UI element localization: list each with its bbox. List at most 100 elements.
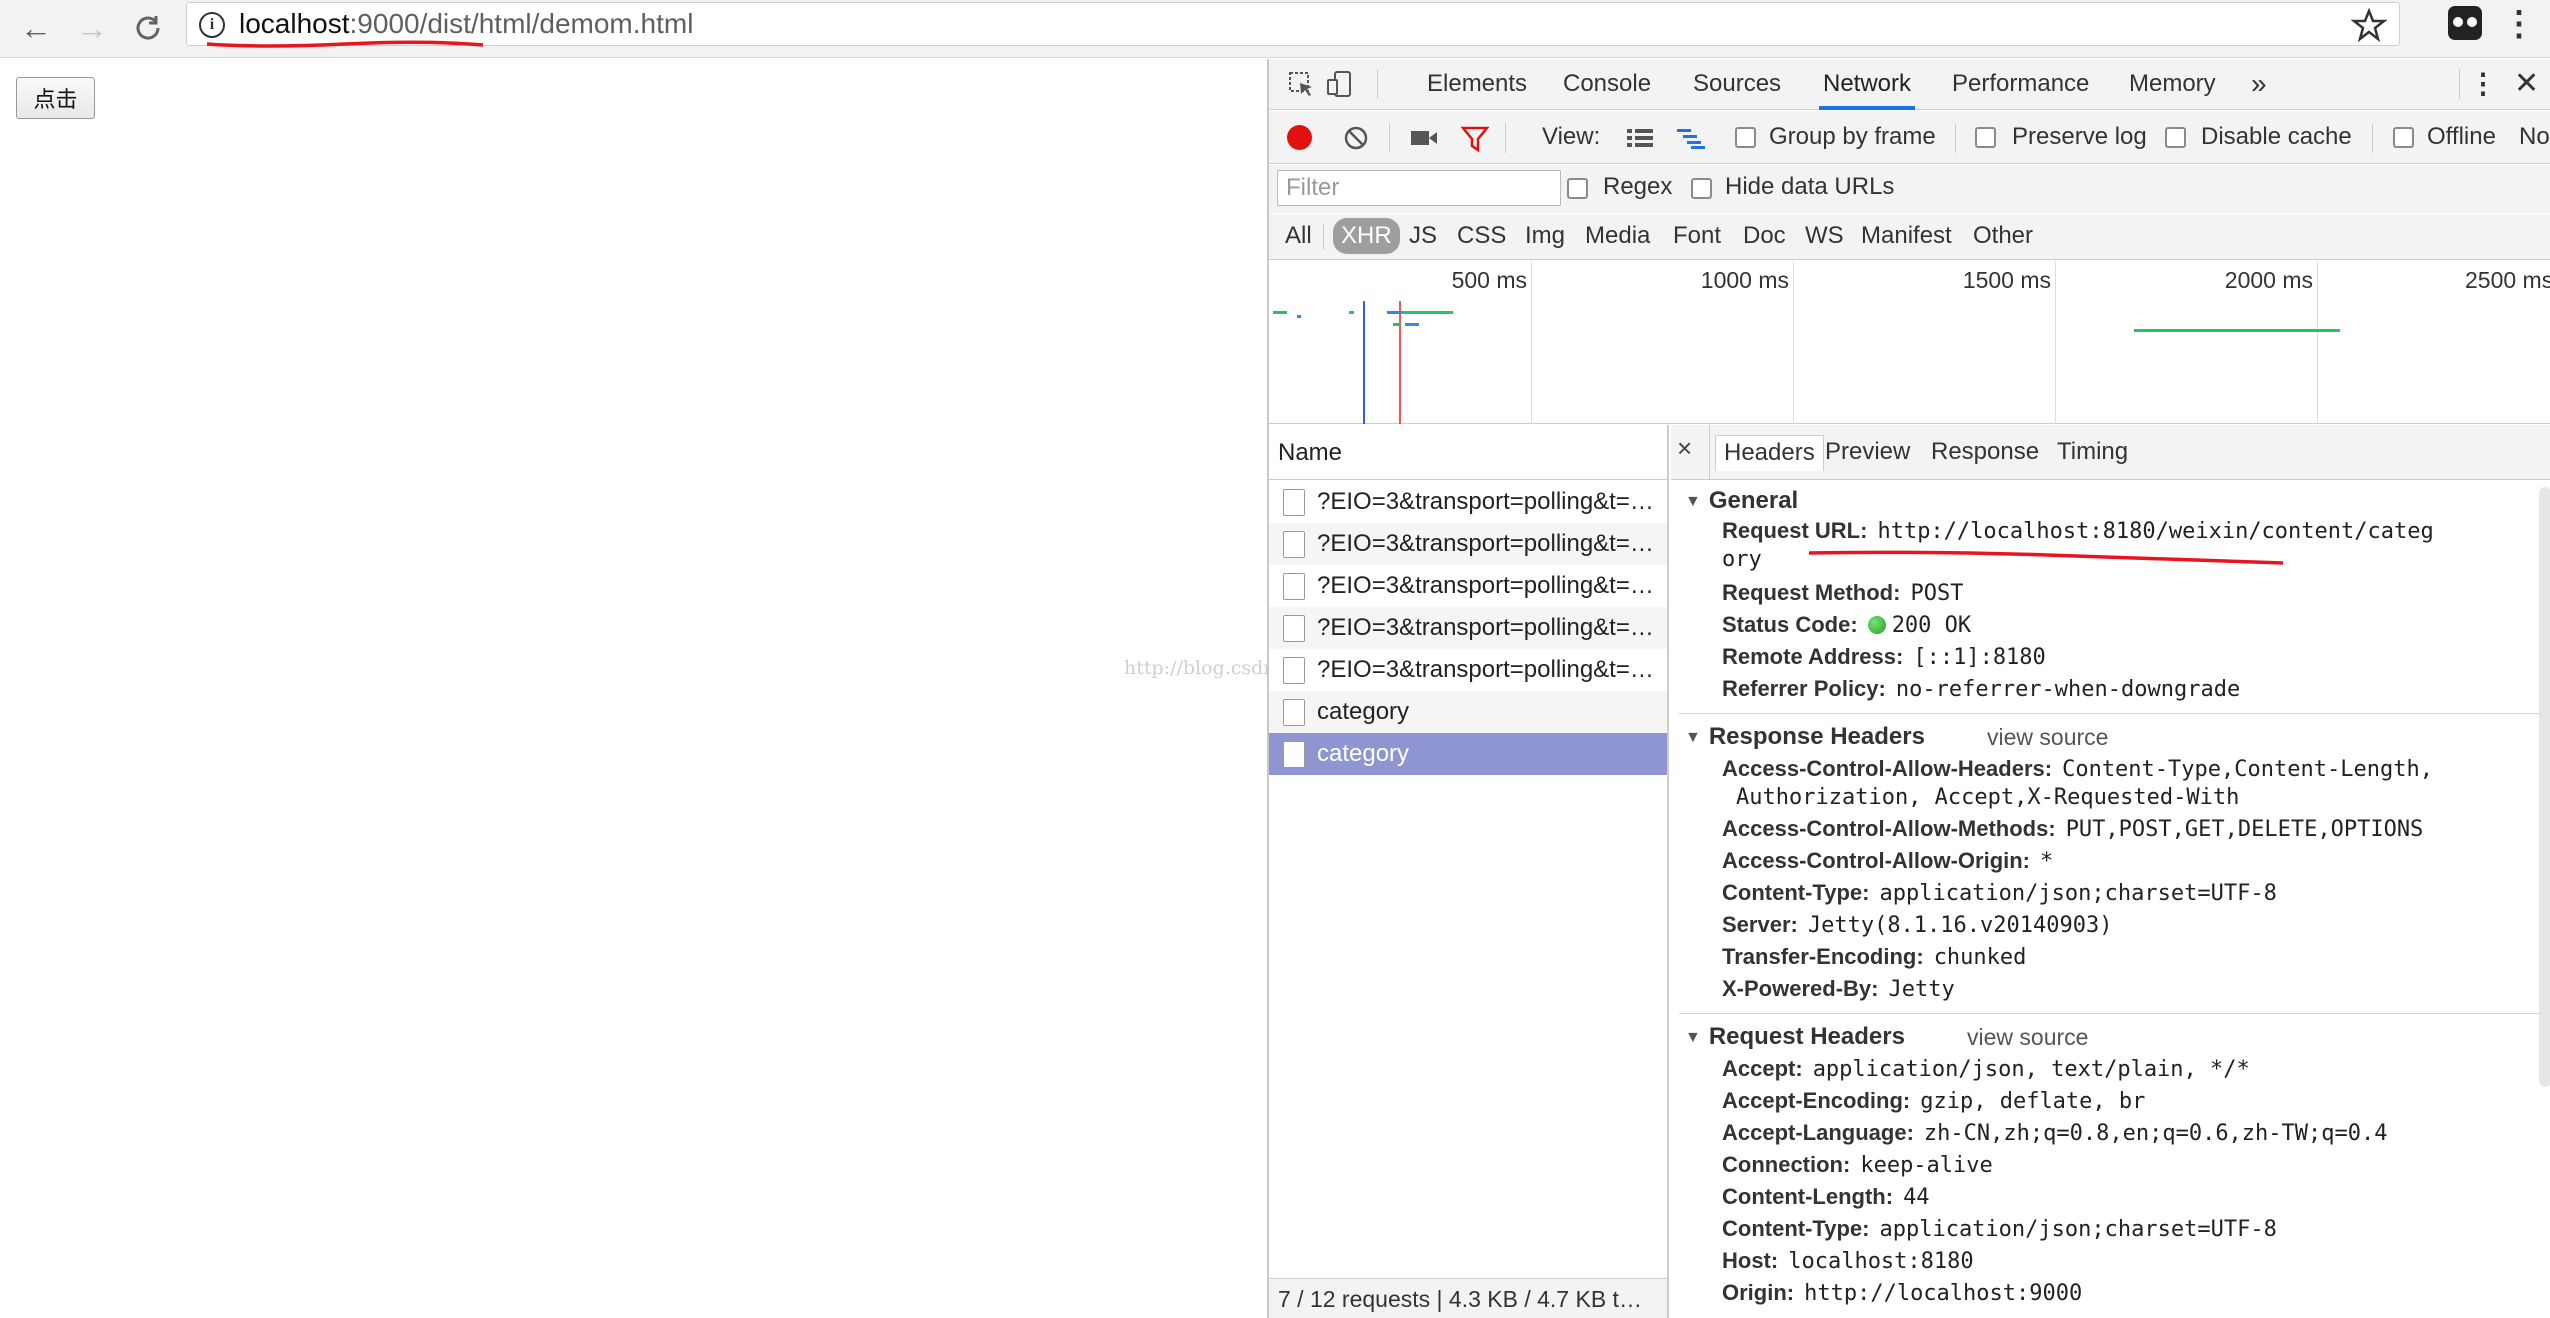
tab-network[interactable]: Network (1819, 59, 1916, 110)
request-list: Name ?EIO=3&transport=polling&t=… ?EIO=3… (1269, 425, 1669, 1318)
record-icon[interactable] (1287, 125, 1312, 150)
type-other[interactable]: Other (1969, 218, 2037, 254)
document-icon (1283, 657, 1305, 684)
timeline-bar (2134, 329, 2340, 332)
header-row: Accept-Language: zh-CN,zh;q=0.8,en;q=0.6,… (1722, 1120, 2388, 1146)
tick-1500ms: 1500 ms (1962, 267, 2051, 293)
filter-bar: Filter Regex Hide data URLs (1269, 165, 2550, 213)
document-icon (1283, 531, 1305, 558)
request-row[interactable]: ?EIO=3&transport=polling&t=… (1269, 649, 1667, 691)
type-xhr[interactable]: XHR (1333, 218, 1400, 254)
clear-icon[interactable] (1343, 125, 1369, 151)
group-by-frame-checkbox[interactable] (1735, 127, 1756, 148)
type-img[interactable]: Img (1521, 218, 1569, 254)
filter-input[interactable]: Filter (1277, 170, 1561, 206)
inspect-element-icon[interactable] (1287, 70, 1315, 98)
request-headers-toggle[interactable]: ▼ Request Headers (1685, 1023, 1905, 1051)
header-row: Origin: http://localhost:9000 (1722, 1280, 2083, 1306)
type-font[interactable]: Font (1669, 218, 1725, 254)
tick-500ms: 500 ms (1451, 267, 1527, 293)
extension-icon[interactable] (2448, 6, 2482, 40)
devtools-tabbar: Elements Console Sources Network Perform… (1269, 59, 2550, 110)
forward-arrow-icon[interactable]: → (70, 6, 114, 50)
header-row: Access-Control-Allow-Origin: * (1722, 848, 2054, 874)
tab-headers[interactable]: Headers (1715, 435, 1824, 471)
type-ws[interactable]: WS (1801, 218, 1848, 254)
response-headers-toggle[interactable]: ▼ Response Headers (1685, 723, 1925, 751)
reload-icon[interactable] (126, 6, 170, 50)
tab-timing[interactable]: Timing (2049, 435, 2136, 471)
request-row[interactable]: ?EIO=3&transport=polling&t=… (1269, 481, 1667, 523)
type-manifest[interactable]: Manifest (1857, 218, 1956, 254)
offline-checkbox[interactable] (2393, 127, 2414, 148)
tab-sources[interactable]: Sources (1693, 59, 1781, 110)
waterfall-icon[interactable] (1675, 126, 1707, 150)
request-row[interactable]: ?EIO=3&transport=polling&t=… (1269, 565, 1667, 607)
referrer-policy-row: Referrer Policy: no-referrer-when-downgra… (1722, 676, 2241, 702)
capture-screenshots-icon[interactable] (1409, 126, 1439, 150)
device-toolbar-icon[interactable] (1325, 70, 1353, 98)
type-css[interactable]: CSS (1453, 218, 1510, 254)
request-url-row: Request URL: http://localhost:8180/weixin… (1722, 518, 2434, 544)
hide-data-urls-checkbox[interactable] (1691, 178, 1712, 199)
document-icon (1283, 699, 1305, 726)
filter-icon[interactable] (1461, 125, 1489, 153)
back-arrow-icon[interactable]: ← (14, 6, 58, 50)
regex-checkbox[interactable] (1567, 178, 1588, 199)
response-view-source-link[interactable]: view source (1987, 724, 2108, 751)
request-row[interactable]: ?EIO=3&transport=polling&t=… (1269, 523, 1667, 565)
request-row[interactable]: ?EIO=3&transport=polling&t=… (1269, 607, 1667, 649)
disable-cache-checkbox[interactable] (2165, 127, 2186, 148)
type-doc[interactable]: Doc (1739, 218, 1790, 254)
remote-address-row: Remote Address: [::1]:8180 (1722, 644, 2046, 670)
request-method-row: Request Method: POST (1722, 580, 1964, 606)
timeline-bar (1405, 323, 1419, 326)
devtools-menu-icon[interactable]: ⋮ (2469, 59, 2497, 110)
type-media[interactable]: Media (1581, 218, 1654, 254)
click-button[interactable]: 点击 (16, 77, 95, 119)
tab-elements[interactable]: Elements (1427, 59, 1527, 110)
close-devtools-icon[interactable]: ✕ (2514, 59, 2539, 110)
browser-menu-icon[interactable]: ⋮ (2502, 4, 2536, 44)
timeline-bar (1401, 311, 1453, 314)
large-rows-icon[interactable] (1625, 126, 1655, 150)
timeline-overview[interactable]: 500 ms 1000 ms 1500 ms 2000 ms 2500 ms (1269, 261, 2550, 424)
request-row-selected[interactable]: category (1269, 733, 1667, 775)
document-icon (1283, 573, 1305, 600)
tab-memory[interactable]: Memory (2129, 59, 2216, 110)
browser-toolbar: ← → i localhost:9000/dist/html/demom.htm… (0, 0, 2550, 58)
dom-content-loaded-marker (1363, 301, 1365, 424)
name-column-header[interactable]: Name (1269, 425, 1667, 480)
close-details-icon[interactable]: × (1677, 433, 1692, 464)
details-scrollbar[interactable] (2539, 487, 2550, 1087)
bookmark-star-icon[interactable] (2351, 3, 2387, 47)
address-bar[interactable]: i localhost:9000/dist/html/demom.html (186, 2, 2400, 46)
more-tabs-icon[interactable]: » (2251, 59, 2267, 110)
devtools-panel: Elements Console Sources Network Perform… (1267, 59, 2550, 1318)
type-all[interactable]: All (1281, 218, 1316, 254)
tick-2500ms: 2500 ms (2465, 267, 2550, 293)
details-tabbar: × Headers Preview Response Timing (1671, 425, 2550, 480)
tab-performance[interactable]: Performance (1952, 59, 2089, 110)
general-section-toggle[interactable]: ▼ General (1685, 487, 1798, 515)
request-row[interactable]: category (1269, 691, 1667, 733)
document-icon (1283, 741, 1305, 768)
throttling-select[interactable]: No (2519, 122, 2550, 152)
request-details: × Headers Preview Response Timing ▼ Gener… (1671, 425, 2550, 1318)
tab-response[interactable]: Response (1923, 435, 2047, 471)
network-toolbar: View: Group by frame Preserve log Disabl… (1269, 111, 2550, 164)
resource-type-filters: All XHR JS CSS Img Media Font Doc WS Man… (1269, 214, 2550, 260)
header-row: Accept: application/json, text/plain, */* (1722, 1056, 2250, 1082)
type-js[interactable]: JS (1405, 218, 1441, 254)
tick-2000ms: 2000 ms (2224, 267, 2313, 293)
info-icon[interactable]: i (199, 12, 225, 38)
request-view-source-link[interactable]: view source (1967, 1024, 2088, 1051)
preserve-log-checkbox[interactable] (1975, 127, 1996, 148)
header-row: Access-Control-Allow-Methods: PUT,POST,GE… (1722, 816, 2424, 842)
timeline-bar (1387, 311, 1401, 314)
document-icon (1283, 489, 1305, 516)
header-row: Access-Control-Allow-Headers: Content-Typ… (1722, 756, 2433, 782)
tab-console[interactable]: Console (1563, 59, 1651, 110)
tab-preview[interactable]: Preview (1817, 435, 1918, 471)
status-code-row: Status Code: 200 OK (1722, 612, 1972, 638)
